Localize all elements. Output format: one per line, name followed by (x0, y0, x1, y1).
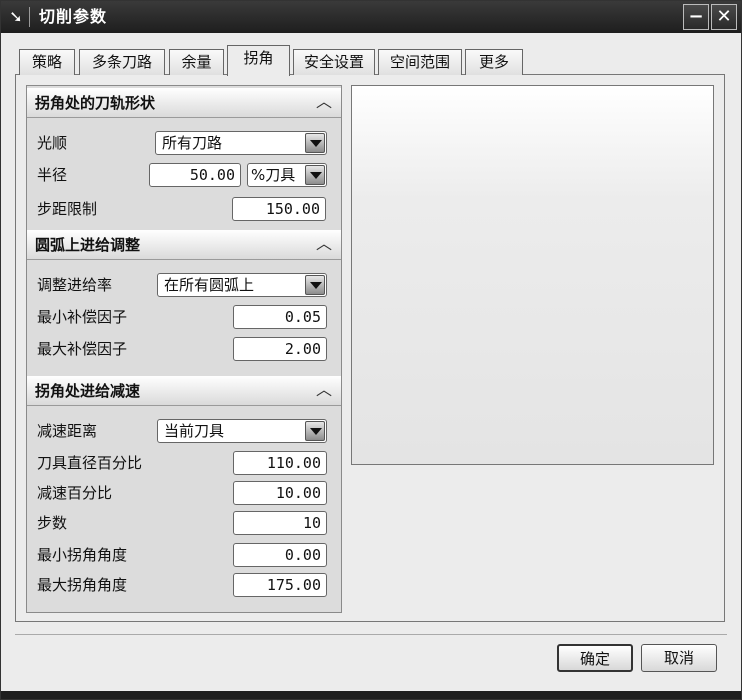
chevron-down-icon[interactable] (305, 133, 325, 153)
tab-corners[interactable]: 拐角 (227, 45, 290, 76)
slowdown-pct-label: 减速百分比 (37, 484, 113, 502)
close-button[interactable]: ✕ (711, 4, 737, 30)
slowdown-distance-value: 当前刀具 (164, 422, 225, 440)
minimize-button[interactable]: − (683, 4, 709, 30)
adjust-feed-dropdown[interactable]: 在所有圆弧上 (157, 273, 327, 297)
smooth-dropdown[interactable]: 所有刀路 (155, 131, 327, 155)
slowdown-pct-input[interactable]: 10.00 (233, 481, 327, 505)
section-corner-slowdown[interactable]: 拐角处进给减速 ︿ (27, 376, 341, 406)
min-factor-input[interactable]: 0.05 (233, 305, 327, 329)
window-title: 切削参数 (39, 7, 108, 26)
min-factor-label: 最小补偿因子 (37, 308, 128, 326)
window-bottom-border (1, 691, 741, 699)
section-arc-feed-adjust[interactable]: 圆弧上进给调整 ︿ (27, 230, 341, 260)
max-factor-input[interactable]: 2.00 (233, 337, 327, 361)
steps-input[interactable]: 10 (233, 511, 327, 535)
smooth-value: 所有刀路 (162, 134, 223, 152)
adjust-feed-value: 在所有圆弧上 (164, 276, 255, 294)
step-limit-label: 步距限制 (37, 200, 98, 218)
max-corner-angle-label: 最大拐角角度 (37, 576, 128, 594)
chevron-up-icon[interactable]: ︿ (313, 379, 335, 401)
min-corner-angle-label: 最小拐角角度 (37, 546, 128, 564)
max-corner-angle-input[interactable]: 175.00 (233, 573, 327, 597)
radius-label: 半径 (37, 166, 68, 184)
steps-label: 步数 (37, 514, 68, 532)
radius-unit-value: %刀具 (251, 166, 296, 184)
ok-button[interactable]: 确定 (557, 644, 633, 672)
tab-stock[interactable]: 余量 (169, 49, 224, 75)
title-bar[interactable]: ➘ 切削参数 − ✕ (1, 1, 741, 33)
cancel-button[interactable]: 取消 (641, 644, 717, 672)
tab-multiple-passes[interactable]: 多条刀路 (79, 49, 165, 75)
radius-input[interactable]: 50.00 (149, 163, 241, 187)
title-separator (29, 7, 30, 27)
smooth-label: 光顺 (37, 134, 68, 152)
section-title: 拐角处的刀轨形状 (35, 94, 156, 112)
corner-settings-panel: 拐角处的刀轨形状 ︿ 光顺 所有刀路 半径 50.00 %刀具 步距限制 150… (26, 85, 342, 613)
tool-diameter-pct-input[interactable]: 110.00 (233, 451, 327, 475)
step-limit-input[interactable]: 150.00 (232, 197, 326, 221)
footer-divider (15, 634, 727, 635)
chevron-down-icon[interactable] (305, 275, 325, 295)
slowdown-distance-dropdown[interactable]: 当前刀具 (157, 419, 327, 443)
tab-safety-settings[interactable]: 安全设置 (293, 49, 375, 75)
max-factor-label: 最大补偿因子 (37, 340, 128, 358)
preview-area (351, 85, 714, 465)
chevron-down-icon[interactable] (305, 165, 325, 185)
tab-spatial-range[interactable]: 空间范围 (378, 49, 462, 75)
slowdown-distance-label: 减速距离 (37, 422, 98, 440)
cutting-parameters-dialog: ➘ 切削参数 − ✕ 策略 多条刀路 余量 拐角 安全设置 空间范围 更多 拐角… (0, 0, 742, 700)
section-title: 拐角处进给减速 (35, 382, 141, 400)
tab-more[interactable]: 更多 (465, 49, 523, 75)
chevron-down-icon[interactable] (305, 421, 325, 441)
chevron-up-icon[interactable]: ︿ (313, 233, 335, 255)
tab-strategy[interactable]: 策略 (19, 49, 75, 75)
adjust-feed-label: 调整进给率 (37, 276, 113, 294)
section-corner-path-shape[interactable]: 拐角处的刀轨形状 ︿ (27, 88, 341, 118)
min-corner-angle-input[interactable]: 0.00 (233, 543, 327, 567)
section-title: 圆弧上进给调整 (35, 236, 141, 254)
chevron-up-icon[interactable]: ︿ (313, 91, 335, 113)
radius-unit-dropdown[interactable]: %刀具 (247, 163, 327, 187)
arrow-pointer-icon: ➘ (9, 7, 23, 26)
tool-diameter-pct-label: 刀具直径百分比 (37, 454, 143, 472)
